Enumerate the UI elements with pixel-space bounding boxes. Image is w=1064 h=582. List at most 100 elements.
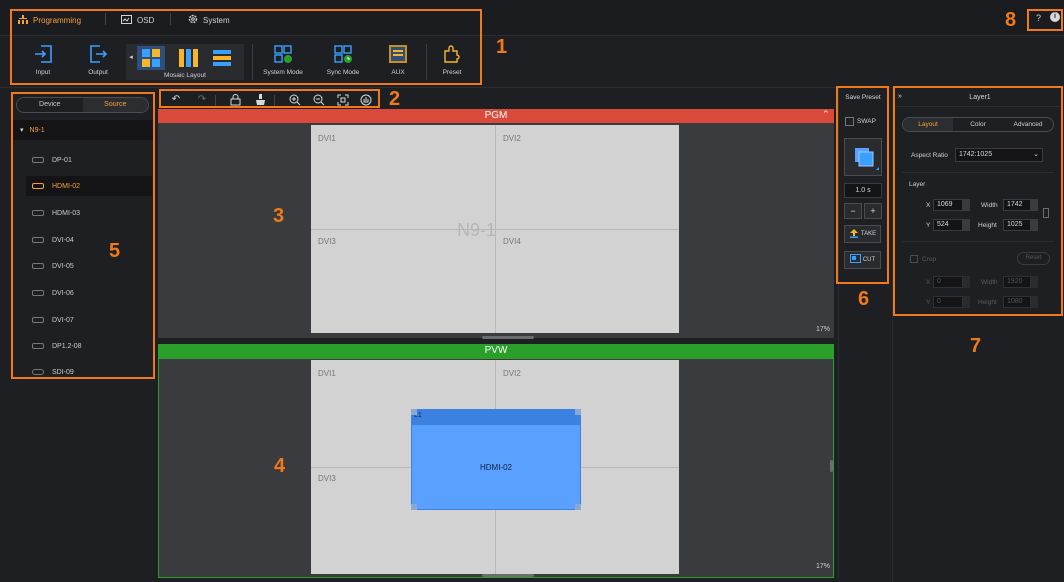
source-label: HDMI-02 (52, 182, 81, 190)
pgm-watermark: N9-1 (457, 220, 497, 240)
lock-icon[interactable] (229, 94, 241, 106)
crop-checkbox[interactable] (910, 255, 918, 263)
crop-height-stepper[interactable] (1031, 296, 1038, 308)
layer-header[interactable] (412, 410, 580, 425)
aux-label: AUX (391, 69, 405, 76)
collapse-up-icon[interactable]: ⌃ (822, 109, 830, 120)
x-input[interactable]: 1069 (933, 199, 963, 211)
pgm-cell-dvi4: DVI4 (503, 237, 521, 246)
list-item-source[interactable]: DP-01 (26, 150, 152, 170)
link-aspect-icon[interactable] (1043, 208, 1049, 218)
save-preset-button[interactable]: Save Preset (840, 94, 886, 101)
resize-handle[interactable] (411, 409, 417, 415)
list-item-source[interactable]: DVI-07 (26, 310, 152, 330)
transition-duration-field[interactable]: 1.0 s (844, 183, 882, 198)
tab-color[interactable]: Color (953, 118, 1003, 131)
sync-mode-button[interactable]: Sync Mode (323, 44, 363, 76)
pvw-horizontal-scrollbar[interactable] (482, 574, 534, 577)
mosaic-layout-columns[interactable] (174, 46, 202, 70)
list-item-source[interactable]: SDI-09 (26, 362, 152, 382)
width-input[interactable]: 1742 (1003, 199, 1031, 211)
pvw-vertical-scrollbar[interactable] (830, 460, 833, 472)
list-item-source[interactable]: DVI-06 (26, 283, 152, 303)
resize-handle[interactable] (575, 504, 581, 510)
transition-effect-button[interactable] (844, 138, 882, 176)
tab-programming[interactable]: Programming (18, 13, 81, 27)
list-item-source[interactable]: DVI-05 (26, 256, 152, 276)
crop-y-stepper[interactable] (963, 296, 970, 308)
crop-x-input[interactable]: 0 (933, 276, 963, 288)
zoom-out-icon[interactable] (313, 94, 325, 106)
tab-device[interactable]: Device (17, 98, 83, 112)
fit-screen-icon[interactable] (337, 94, 349, 106)
pgm-cell-dvi1: DVI1 (318, 134, 336, 143)
duration-plus-button[interactable]: + (864, 203, 882, 219)
height-stepper[interactable] (1031, 219, 1038, 231)
layer-window[interactable]: L1 HDMI-02 (411, 409, 581, 510)
input-button[interactable]: Input (23, 44, 63, 76)
list-item-source-selected[interactable]: HDMI-02 (26, 176, 152, 196)
info-icon[interactable]: i (1050, 12, 1060, 22)
collapse-panel-icon[interactable]: » (898, 93, 902, 100)
crop-width-stepper[interactable] (1031, 276, 1038, 288)
list-item-source[interactable]: DP1.2-08 (26, 336, 152, 356)
crop-width-input[interactable]: 1920 (1003, 276, 1031, 288)
mosaic-layout-group: ◂ Mosaic Layout (126, 44, 244, 80)
height-input[interactable]: 1025 (1003, 219, 1031, 231)
cut-button[interactable]: CUT (844, 251, 881, 269)
preset-button[interactable]: Preset (432, 44, 472, 76)
crop-y-input[interactable]: 0 (933, 296, 963, 308)
aux-icon (388, 44, 408, 64)
pgm-horizontal-scrollbar[interactable] (482, 336, 534, 339)
x-stepper[interactable] (963, 199, 970, 211)
tab-osd[interactable]: OSD (121, 13, 154, 27)
tab-layout[interactable]: Layout (903, 118, 953, 131)
sdi-port-icon (32, 369, 44, 375)
hand-pan-icon[interactable] (360, 94, 372, 106)
take-button[interactable]: TAKE (844, 225, 881, 243)
gear-icon (188, 14, 198, 26)
hdmi-port-icon (32, 210, 44, 216)
layer-source-label: HDMI-02 (479, 463, 512, 472)
output-button[interactable]: Output (78, 44, 118, 76)
undo-icon[interactable]: ↶ (170, 94, 182, 106)
mosaic-layout-quad[interactable] (137, 46, 165, 70)
mosaic-layout-rows[interactable] (208, 46, 236, 70)
source-label: DVI-04 (52, 236, 74, 244)
crop-x-stepper[interactable] (963, 276, 970, 288)
device-node[interactable]: ▾ N9-1 (12, 120, 154, 140)
help-button[interactable]: ? (1036, 13, 1041, 23)
swap-checkbox[interactable] (845, 117, 854, 126)
crop-width-label: Width (981, 279, 998, 286)
reset-crop-button[interactable]: Reset (1017, 252, 1050, 265)
pgm-zoom-level: 17% (816, 326, 831, 333)
panel-divider (894, 106, 1062, 107)
zoom-in-icon[interactable] (289, 94, 301, 106)
resize-handle[interactable] (411, 504, 417, 510)
tab-source[interactable]: Source (82, 98, 148, 112)
pvw-bar: PVW (158, 344, 834, 358)
resize-handle[interactable] (575, 409, 581, 415)
system-mode-button[interactable]: System Mode (263, 44, 303, 76)
top-navigation-bar: Programming OSD System ? i (0, 0, 1064, 36)
duration-minus-button[interactable]: − (844, 203, 862, 219)
list-item-source[interactable]: HDMI-03 (26, 203, 152, 223)
puzzle-icon (442, 44, 462, 64)
width-stepper[interactable] (1031, 199, 1038, 211)
tab-system[interactable]: System (188, 13, 230, 27)
take-icon (849, 228, 859, 240)
tab-programming-label: Programming (33, 15, 82, 25)
y-input[interactable]: 524 (933, 219, 963, 231)
y-stepper[interactable] (963, 219, 970, 231)
layer-panel-title: Layer1 (969, 94, 991, 101)
crop-height-input[interactable]: 1080 (1003, 296, 1031, 308)
aspect-ratio-select[interactable]: 1742:1025 ⌄ (955, 148, 1043, 162)
hdmi-port-icon (32, 183, 44, 189)
aux-button[interactable]: AUX (378, 44, 418, 76)
redo-icon[interactable]: ↷ (196, 94, 208, 106)
pgm-bar: PGM (158, 109, 834, 123)
list-item-source[interactable]: DVI-04 (26, 230, 152, 250)
clear-layers-icon[interactable] (254, 94, 266, 106)
scroll-left-arrow-icon[interactable]: ◂ (126, 44, 136, 71)
tab-advanced[interactable]: Advanced (1003, 118, 1053, 131)
